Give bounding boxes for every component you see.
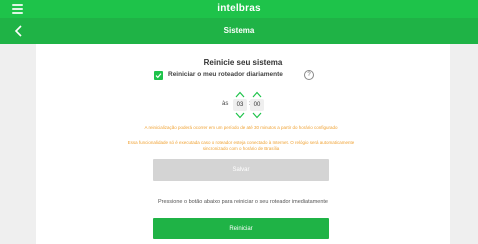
help-icon[interactable]: ? [304,70,314,80]
internet-warning-text: Essa funcionalidade só é executada caso … [127,140,355,151]
hour-increment-icon[interactable] [235,91,245,98]
time-prefix: às [222,101,229,107]
restart-button[interactable]: Reiniciar [153,218,329,239]
hour-decrement-icon[interactable] [235,112,245,119]
top-bar: intelbras [0,0,478,18]
section-heading: Reinicie seu sistema [203,58,283,67]
minute-field[interactable]: 00 [250,99,264,111]
daily-restart-checkbox[interactable] [154,71,163,80]
checkmark-icon [155,73,162,79]
restart-instruction: Pressione o botão abaixo para reiniciar … [158,199,328,205]
save-button[interactable]: Salvar [153,159,329,181]
page-title: Sistema [223,26,255,35]
daily-restart-label[interactable]: Reiniciar o meu roteador diariamente [168,71,283,78]
minute-decrement-icon[interactable] [252,112,262,119]
page-header: Sistema [0,18,478,44]
content-card: Reinicie seu sistema Reiniciar o meu rot… [36,44,450,244]
schedule-warning-text: A reinicialização poderá ocorrer em um p… [144,125,338,130]
minute-increment-icon[interactable] [252,91,262,98]
hour-field[interactable]: 03 [233,99,247,111]
brand-logo: intelbras [217,3,261,14]
